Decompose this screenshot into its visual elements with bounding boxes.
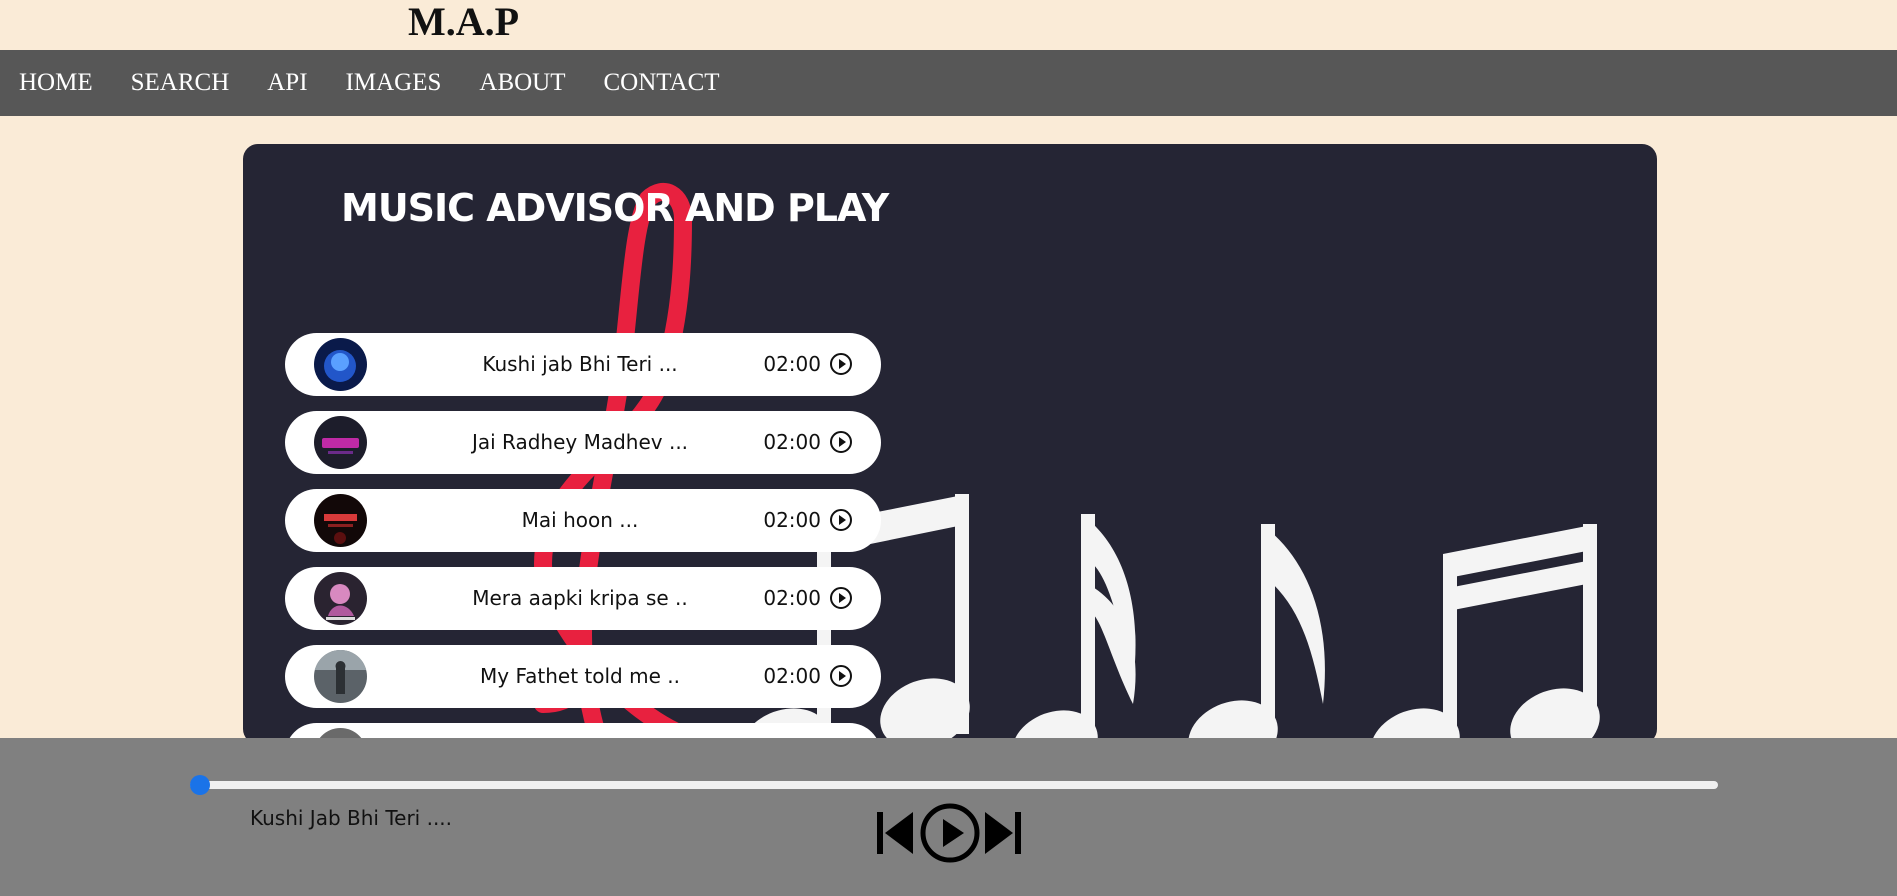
page-title: MUSIC ADVISOR AND PLAY (341, 186, 889, 230)
player-controls (875, 802, 1023, 864)
main-navbar: HOME SEARCH API IMAGES ABOUT CONTACT (0, 50, 1897, 116)
nav-search[interactable]: SEARCH (131, 69, 230, 97)
song-item[interactable]: Kushi jab Bhi Teri ... 02:00 (285, 333, 881, 396)
play-circle-icon[interactable] (829, 508, 853, 532)
audio-player: Kushi Jab Bhi Teri .... (0, 738, 1897, 896)
seek-slider[interactable] (190, 775, 1718, 795)
album-art-icon (314, 572, 367, 625)
song-title: Mera aapki kripa se .. (472, 586, 688, 610)
seek-handle[interactable] (190, 775, 210, 795)
song-item[interactable]: Jai Radhey Madhev ... 02:00 (285, 411, 881, 474)
play-circle-icon[interactable] (829, 664, 853, 688)
music-panel: MUSIC ADVISOR AND PLAY Kushi jab Bhi Ter… (243, 144, 1657, 744)
play-circle-icon[interactable] (829, 430, 853, 454)
next-track-icon[interactable] (983, 808, 1023, 858)
song-list: Kushi jab Bhi Teri ... 02:00 Jai Radhey … (285, 333, 881, 744)
song-item[interactable]: Mera aapki kripa se .. 02:00 (285, 567, 881, 630)
nav-home[interactable]: HOME (19, 69, 93, 97)
nav-about[interactable]: ABOUT (479, 69, 565, 97)
site-logo: M.A.P (408, 0, 520, 44)
song-title: Kushi jab Bhi Teri ... (482, 352, 678, 376)
album-art-icon (314, 416, 367, 469)
song-item[interactable]: My Fathet told me .. 02:00 (285, 645, 881, 708)
song-title: Jai Radhey Madhev ... (471, 430, 689, 454)
album-art-icon (314, 494, 367, 547)
nav-api[interactable]: API (267, 69, 307, 97)
album-art-icon (314, 338, 367, 391)
song-item[interactable]: Mai hoon ... 02:00 (285, 489, 881, 552)
song-title: Mai hoon ... (521, 508, 639, 532)
song-title: My Fathet told me .. (480, 664, 680, 688)
album-art-icon (314, 650, 367, 703)
play-circle-icon[interactable] (829, 352, 853, 376)
nav-contact[interactable]: CONTACT (604, 69, 720, 97)
now-playing-title: Kushi Jab Bhi Teri .... (250, 806, 453, 830)
previous-track-icon[interactable] (875, 808, 915, 858)
play-button-icon[interactable] (919, 802, 981, 864)
nav-images[interactable]: IMAGES (346, 69, 442, 97)
play-circle-icon[interactable] (829, 586, 853, 610)
